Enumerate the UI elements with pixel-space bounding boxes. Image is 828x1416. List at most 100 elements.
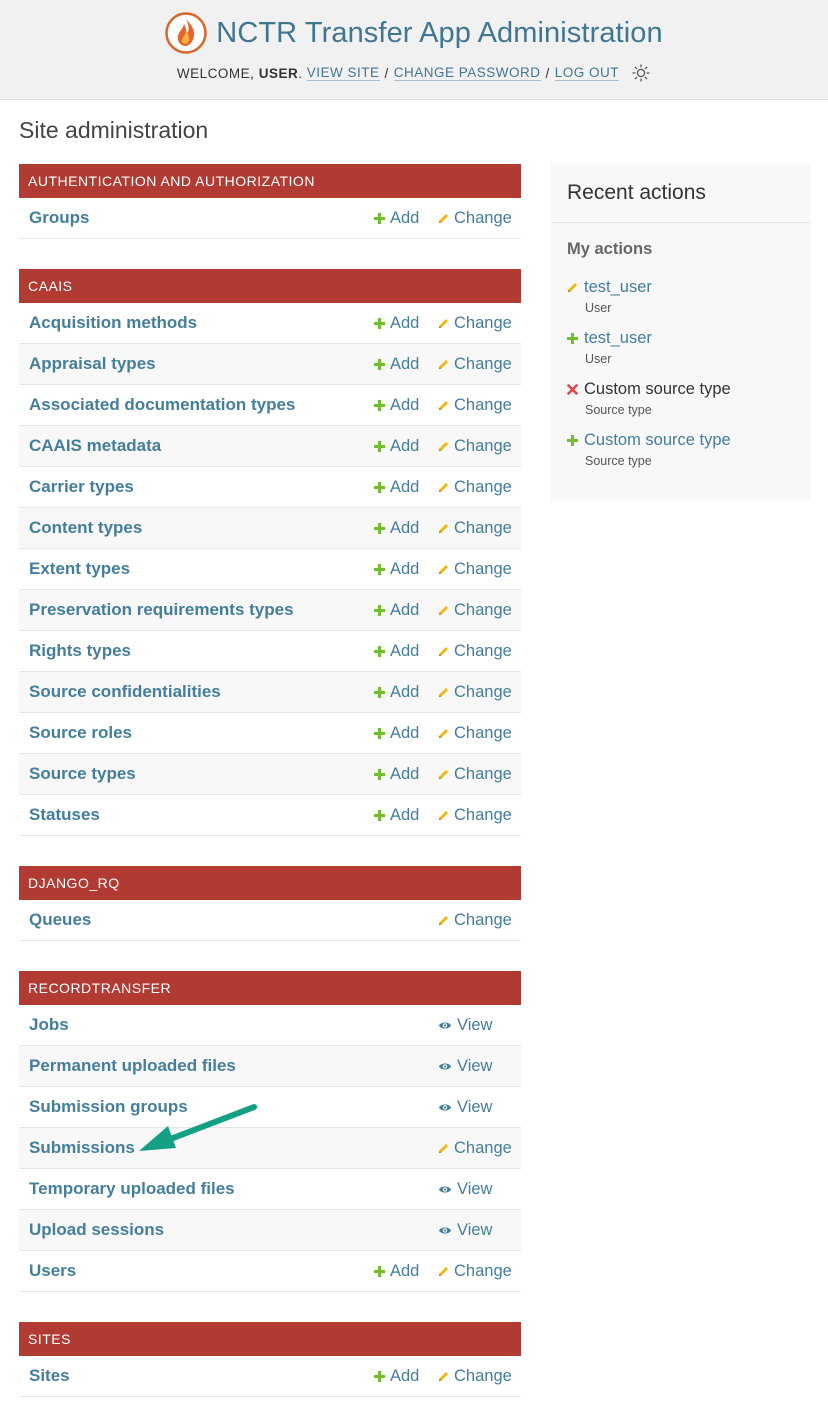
add-link[interactable]: Add: [374, 1262, 419, 1281]
add-link[interactable]: Add: [374, 765, 419, 784]
model-link[interactable]: Carrier types: [29, 477, 134, 497]
add-link[interactable]: Add: [374, 437, 419, 456]
model-link[interactable]: Upload sessions: [29, 1220, 164, 1240]
view-site-link[interactable]: View site: [306, 65, 380, 81]
add-label: Add: [390, 436, 420, 455]
change-password-link[interactable]: Change password: [393, 65, 541, 81]
model-link[interactable]: Appraisal types: [29, 354, 156, 374]
view-link[interactable]: View: [438, 1221, 492, 1240]
model-link[interactable]: CAAIS metadata: [29, 436, 161, 456]
plus-icon: [374, 645, 385, 657]
model-link[interactable]: Acquisition methods: [29, 313, 197, 333]
add-link[interactable]: Add: [374, 519, 419, 538]
change-link[interactable]: Change: [438, 911, 512, 930]
add-label: Add: [390, 354, 420, 373]
add-link[interactable]: Add: [374, 642, 419, 661]
add-link[interactable]: Add: [374, 396, 419, 415]
recent-action-link[interactable]: test_user: [584, 329, 652, 348]
add-label: Add: [390, 1366, 420, 1385]
theme-toggle-button[interactable]: [631, 63, 651, 83]
change-label: Change: [454, 1138, 512, 1157]
model-link[interactable]: Rights types: [29, 641, 131, 661]
change-link[interactable]: Change: [438, 560, 512, 579]
model-link[interactable]: Content types: [29, 518, 142, 538]
add-link[interactable]: Add: [374, 683, 419, 702]
module-caption[interactable]: Sites: [19, 1322, 521, 1356]
change-link[interactable]: Change: [438, 642, 512, 661]
add-link[interactable]: Add: [374, 209, 419, 228]
model-link[interactable]: Permanent uploaded files: [29, 1056, 236, 1076]
model-link[interactable]: Associated documentation types: [29, 395, 295, 415]
module-caption[interactable]: Authentication and Authorization: [19, 164, 521, 198]
model-link[interactable]: Source confidentialities: [29, 682, 221, 702]
add-label: Add: [390, 723, 420, 742]
model-link[interactable]: Statuses: [29, 805, 100, 825]
model-link[interactable]: Temporary uploaded files: [29, 1179, 235, 1199]
change-link[interactable]: Change: [438, 209, 512, 228]
model-link[interactable]: Submissions: [29, 1138, 135, 1158]
add-link[interactable]: Add: [374, 601, 419, 620]
plus-icon: [374, 440, 385, 452]
model-link[interactable]: Submission groups: [29, 1097, 188, 1117]
change-link[interactable]: Change: [438, 683, 512, 702]
nctr-logo-icon[interactable]: [165, 12, 208, 54]
model-row-temporary-uploaded-files: Temporary uploaded files View: [19, 1169, 521, 1210]
model-link[interactable]: Jobs: [29, 1015, 69, 1035]
change-link[interactable]: Change: [438, 519, 512, 538]
change-link[interactable]: Change: [438, 765, 512, 784]
model-link[interactable]: Preservation requirements types: [29, 600, 294, 620]
module-caption[interactable]: CAAIS: [19, 269, 521, 303]
model-link[interactable]: Source types: [29, 764, 136, 784]
change-link[interactable]: Change: [438, 1262, 512, 1281]
plus-icon: [374, 399, 385, 411]
add-link[interactable]: Add: [374, 355, 419, 374]
model-link[interactable]: Source roles: [29, 723, 132, 743]
model-row-associated-documentation-types: Associated documentation types Add Change: [19, 385, 521, 426]
model-row-caais-metadata: CAAIS metadata Add Change: [19, 426, 521, 467]
model-link[interactable]: Queues: [29, 910, 91, 930]
log-out-link[interactable]: Log out: [554, 65, 620, 81]
model-row-submissions: Submissions Change: [19, 1128, 521, 1169]
add-label: Add: [390, 682, 420, 701]
change-link[interactable]: Change: [438, 1139, 512, 1158]
view-link[interactable]: View: [438, 1016, 492, 1035]
change-link[interactable]: Change: [438, 478, 512, 497]
add-link[interactable]: Add: [374, 314, 419, 333]
model-link[interactable]: Extent types: [29, 559, 130, 579]
site-name[interactable]: NCTR Transfer App Administration: [216, 17, 662, 50]
eye-icon: [439, 1063, 451, 1069]
username: user: [258, 65, 299, 81]
recent-action-type: Source type: [585, 403, 652, 417]
add-link[interactable]: Add: [374, 806, 419, 825]
recent-action-link[interactable]: Custom source type: [584, 431, 731, 450]
change-link[interactable]: Change: [438, 314, 512, 333]
view-link[interactable]: View: [438, 1098, 492, 1117]
module-caption[interactable]: RECORDTRANSFER: [19, 971, 521, 1005]
recent-action-type: User: [585, 301, 612, 315]
model-link[interactable]: Sites: [29, 1366, 70, 1386]
view-label: View: [457, 1220, 493, 1239]
add-link[interactable]: Add: [374, 560, 419, 579]
change-link[interactable]: Change: [438, 396, 512, 415]
add-link[interactable]: Add: [374, 1367, 419, 1386]
pencil-icon: [439, 318, 448, 328]
add-link[interactable]: Add: [374, 478, 419, 497]
change-link[interactable]: Change: [438, 724, 512, 743]
change-link[interactable]: Change: [438, 437, 512, 456]
pencil-icon: [439, 646, 448, 656]
pencil-icon: [439, 359, 448, 369]
model-link[interactable]: Users: [29, 1261, 76, 1281]
change-link[interactable]: Change: [438, 1367, 512, 1386]
view-link[interactable]: View: [438, 1180, 492, 1199]
change-link[interactable]: Change: [438, 355, 512, 374]
recent-action-link: Custom source type: [584, 380, 731, 398]
eye-icon: [439, 1104, 451, 1110]
change-link[interactable]: Change: [438, 601, 512, 620]
change-link[interactable]: Change: [438, 806, 512, 825]
model-link[interactable]: Groups: [29, 208, 89, 228]
add-link[interactable]: Add: [374, 724, 419, 743]
recent-action-link[interactable]: test_user: [584, 278, 652, 297]
view-link[interactable]: View: [438, 1057, 492, 1076]
module-caption[interactable]: DJANGO_RQ: [19, 866, 521, 900]
view-label: View: [457, 1179, 493, 1198]
